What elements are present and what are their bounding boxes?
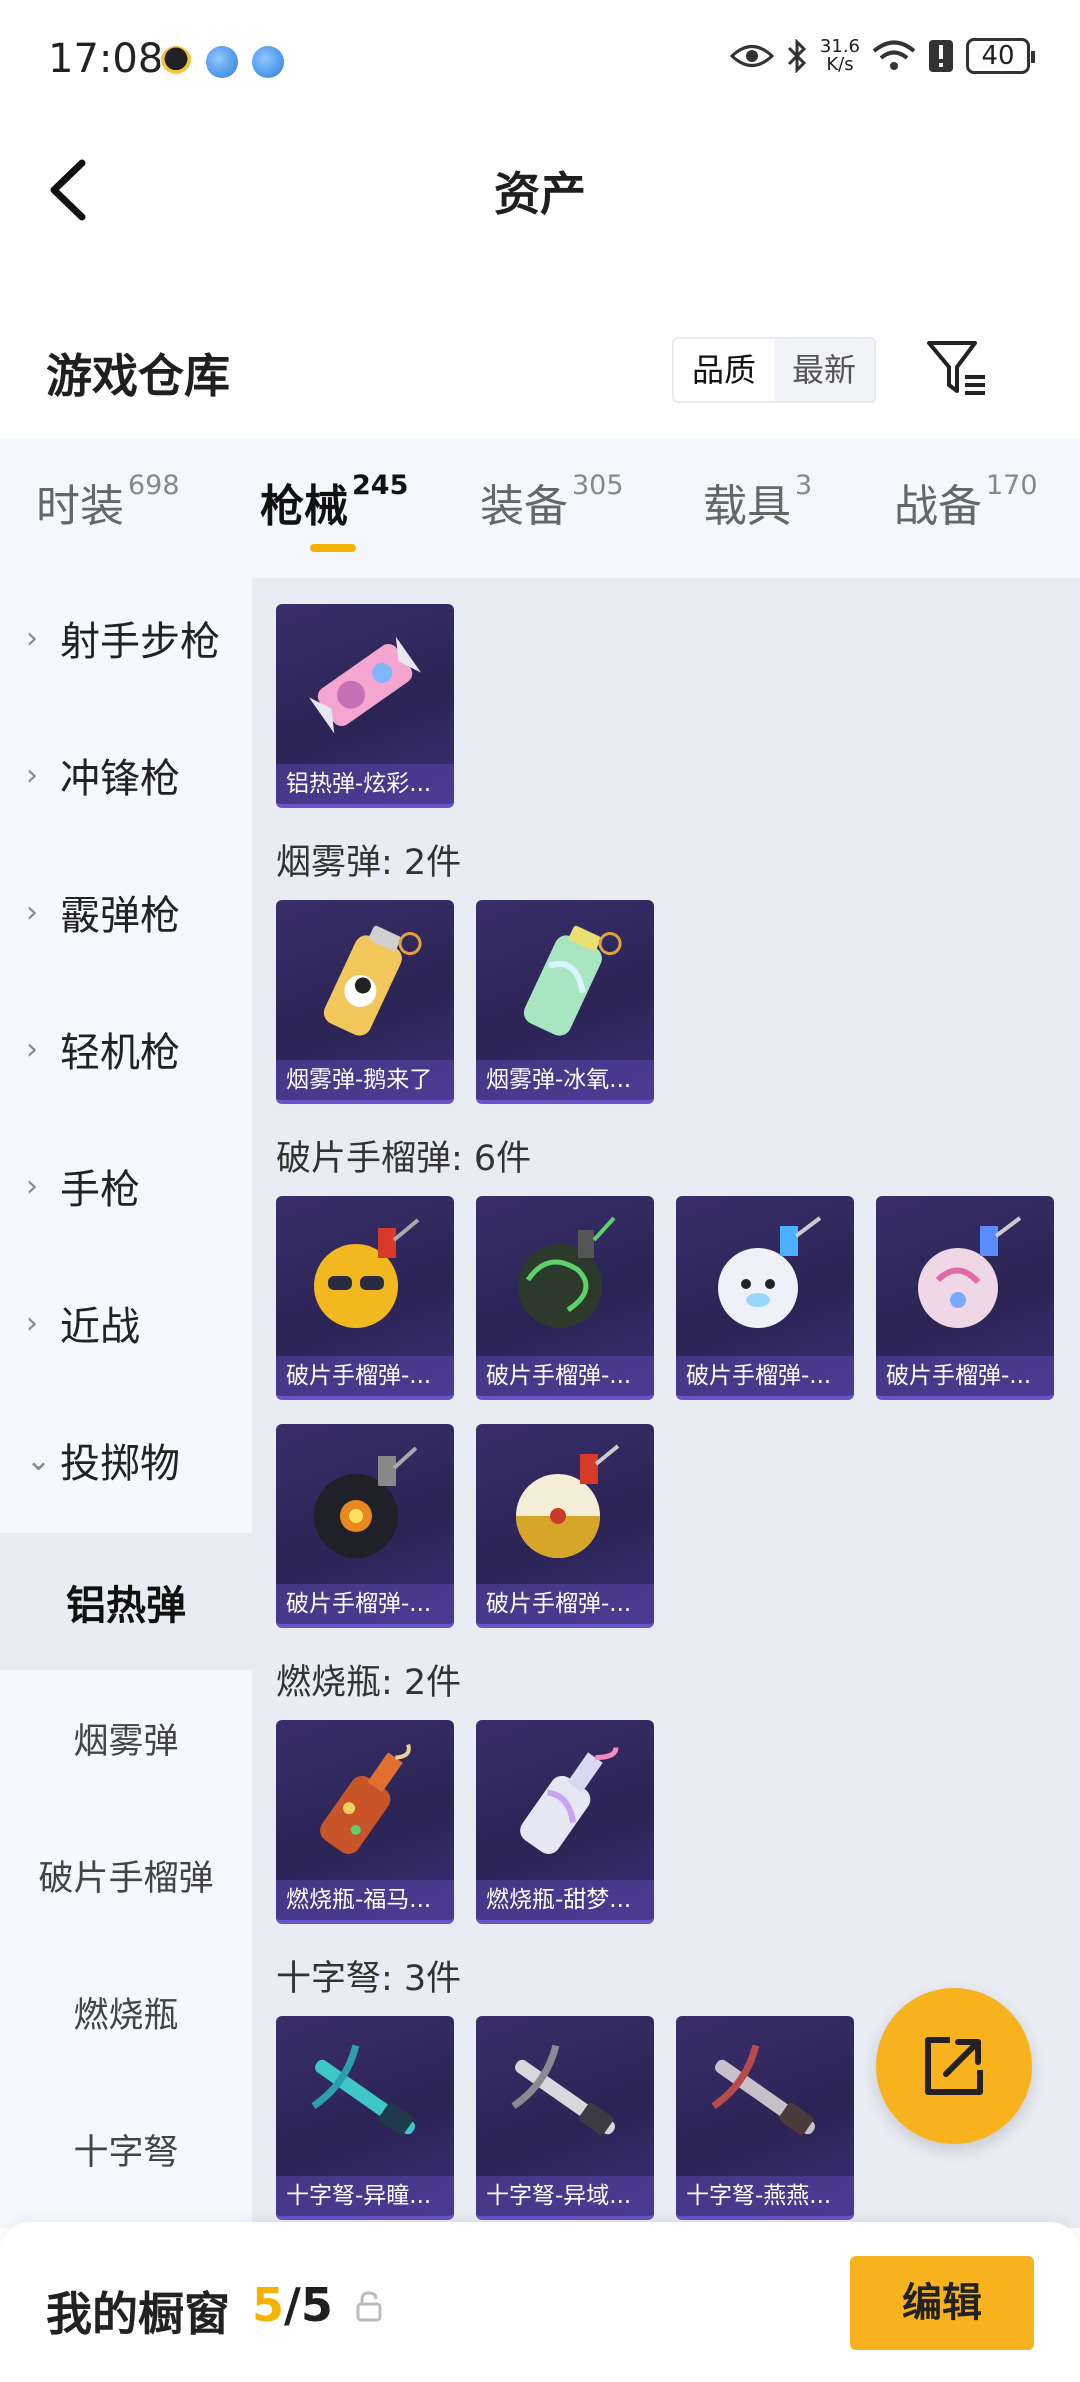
item-name: 烟雾弹-鹅来了 — [276, 1060, 454, 1100]
item-name: 铝热弹-炫彩... — [276, 764, 454, 804]
sidebar-item-pistol[interactable]: › 手枪 — [0, 1126, 252, 1246]
item-card[interactable]: 破片手榴弹-... — [276, 1424, 454, 1628]
item-card[interactable]: 破片手榴弹-... — [676, 1196, 854, 1400]
browser-notification-icon — [206, 46, 238, 78]
frag-grenade-icon — [314, 1446, 418, 1558]
tab-firearms[interactable]: 枪械 245 — [260, 470, 408, 534]
frag-grenade-icon — [518, 1216, 616, 1328]
item-name: 破片手榴弹-... — [276, 1356, 454, 1396]
bluetooth-icon — [787, 39, 807, 73]
item-name: 十字弩-异域... — [476, 2176, 654, 2216]
page-title: 资产 — [494, 167, 586, 221]
chevron-down-icon: ⌄ — [26, 1442, 52, 1478]
group-label-smoke: 烟雾弹: 2件 — [276, 843, 462, 883]
battery-indicator: 40 — [966, 38, 1035, 74]
frag-grenade-icon — [718, 1216, 822, 1328]
frag-grenade-icon — [314, 1218, 420, 1328]
frag-grenade-icon — [516, 1444, 620, 1558]
crossbow-icon — [711, 2044, 815, 2135]
chevron-right-icon: › — [26, 1305, 38, 1341]
item-card[interactable]: 燃烧瓶-福马... — [276, 1720, 454, 1924]
sidebar-item-shotgun[interactable]: › 霰弹枪 — [0, 852, 252, 972]
sort-newest-button[interactable]: 最新 — [774, 339, 874, 401]
item-card[interactable]: 烟雾弹-冰氧... — [476, 900, 654, 1104]
wifi-icon — [872, 40, 916, 70]
crossbow-icon — [511, 2044, 615, 2135]
item-name: 十字弩-异瞳... — [276, 2176, 454, 2216]
sidebar-sub-crossbow[interactable]: 十字弩 — [0, 2081, 252, 2218]
network-speed: 31.6 K/s — [819, 36, 860, 75]
edit-button[interactable]: 编辑 — [850, 2256, 1034, 2350]
item-name: 破片手榴弹-... — [876, 1356, 1054, 1396]
tab-battle-prep[interactable]: 战备 170 — [894, 470, 1038, 534]
tab-equipment[interactable]: 装备 305 — [480, 470, 624, 534]
browser-notification-icon-2 — [252, 46, 284, 78]
system-icons: 31.6 K/s 40 — [729, 36, 1035, 75]
item-card[interactable]: 十字弩-燕燕... — [676, 2016, 854, 2220]
frag-grenade-icon — [918, 1216, 1022, 1328]
lock-icon — [356, 2291, 382, 2322]
sidebar-item-lmg[interactable]: › 轻机枪 — [0, 989, 252, 1109]
sidebar-item-smg[interactable]: › 冲锋枪 — [0, 715, 252, 835]
qq-notification-icon — [160, 46, 192, 78]
item-name: 燃烧瓶-甜梦... — [476, 1880, 654, 1920]
item-card[interactable]: 十字弩-异域... — [476, 2016, 654, 2220]
share-icon — [925, 2037, 983, 2095]
tab-fashion[interactable]: 时装 698 — [36, 470, 180, 534]
item-name: 破片手榴弹-... — [476, 1356, 654, 1396]
item-name: 燃烧瓶-福马... — [276, 1880, 454, 1920]
alert-icon — [929, 40, 953, 72]
item-name: 破片手榴弹-... — [676, 1356, 854, 1396]
notification-icons — [160, 46, 284, 78]
group-label-frag: 破片手榴弹: 6件 — [276, 1139, 532, 1179]
tab-vehicles[interactable]: 载具 3 — [703, 470, 812, 534]
showcase-count: 5/5 — [252, 2278, 333, 2332]
sort-toggle: 品质 最新 — [672, 337, 876, 403]
showcase-title: 我的橱窗 — [46, 2287, 230, 2341]
chevron-right-icon: › — [26, 1168, 38, 1204]
share-button[interactable] — [876, 1988, 1032, 2144]
molotov-bottle-icon — [320, 1743, 411, 1854]
group-label-molotov: 燃烧瓶: 2件 — [276, 1663, 462, 1703]
chevron-right-icon: › — [26, 620, 38, 656]
eye-icon — [729, 45, 774, 67]
sidebar-sub-thermite[interactable]: 铝热弹 — [0, 1533, 252, 1670]
chevron-right-icon: › — [26, 757, 38, 793]
warehouse-title: 游戏仓库 — [46, 349, 230, 403]
item-card[interactable]: 十字弩-异瞳... — [276, 2016, 454, 2220]
chevron-right-icon: › — [26, 894, 38, 930]
sidebar-item-marksman-rifle[interactable]: › 射手步枪 — [0, 578, 252, 698]
smoke-grenade-icon — [323, 925, 422, 1036]
item-card[interactable]: 烟雾弹-鹅来了 — [276, 900, 454, 1104]
item-card[interactable]: 破片手榴弹-... — [876, 1196, 1054, 1400]
sidebar-sub-frag[interactable]: 破片手榴弹 — [0, 1807, 252, 1944]
sidebar-sub-smoke[interactable]: 烟雾弹 — [0, 1670, 252, 1807]
item-card[interactable]: 破片手榴弹-... — [476, 1424, 654, 1628]
sort-quality-button[interactable]: 品质 — [674, 339, 774, 401]
group-label-crossbow: 十字弩: 3件 — [276, 1959, 462, 1999]
crossbow-icon — [311, 2044, 415, 2135]
filter-icon[interactable] — [925, 335, 991, 401]
item-card[interactable]: 燃烧瓶-甜梦... — [476, 1720, 654, 1924]
item-card[interactable]: 破片手榴弹-... — [476, 1196, 654, 1400]
item-card[interactable]: 铝热弹-炫彩... — [276, 604, 454, 808]
status-bar: 17:08 31.6 K/s 40 — [0, 0, 1080, 125]
sidebar-item-throwables[interactable]: ⌄ 投掷物 — [0, 1400, 252, 1520]
item-name: 烟雾弹-冰氧... — [476, 1060, 654, 1100]
thermite-grenade-icon — [308, 636, 422, 734]
sidebar: › 射手步枪 › 冲锋枪 › 霰弹枪 › 轻机枪 › 手枪 › 近战 ⌄ 投掷物 铝热弹 烟雾… — [0, 578, 252, 2228]
item-name: 十字弩-燕燕... — [676, 2176, 854, 2216]
sidebar-sub-molotov[interactable]: 燃烧瓶 — [0, 1944, 252, 2081]
smoke-grenade-icon — [523, 925, 622, 1036]
item-name: 破片手榴弹-... — [476, 1584, 654, 1624]
molotov-bottle-icon — [520, 1747, 619, 1854]
status-time: 17:08 — [48, 36, 164, 82]
item-name: 破片手榴弹-... — [276, 1584, 454, 1624]
active-tab-indicator — [310, 544, 356, 552]
sidebar-item-melee[interactable]: › 近战 — [0, 1263, 252, 1383]
item-card[interactable]: 破片手榴弹-... — [276, 1196, 454, 1400]
chevron-right-icon: › — [26, 1031, 38, 1067]
